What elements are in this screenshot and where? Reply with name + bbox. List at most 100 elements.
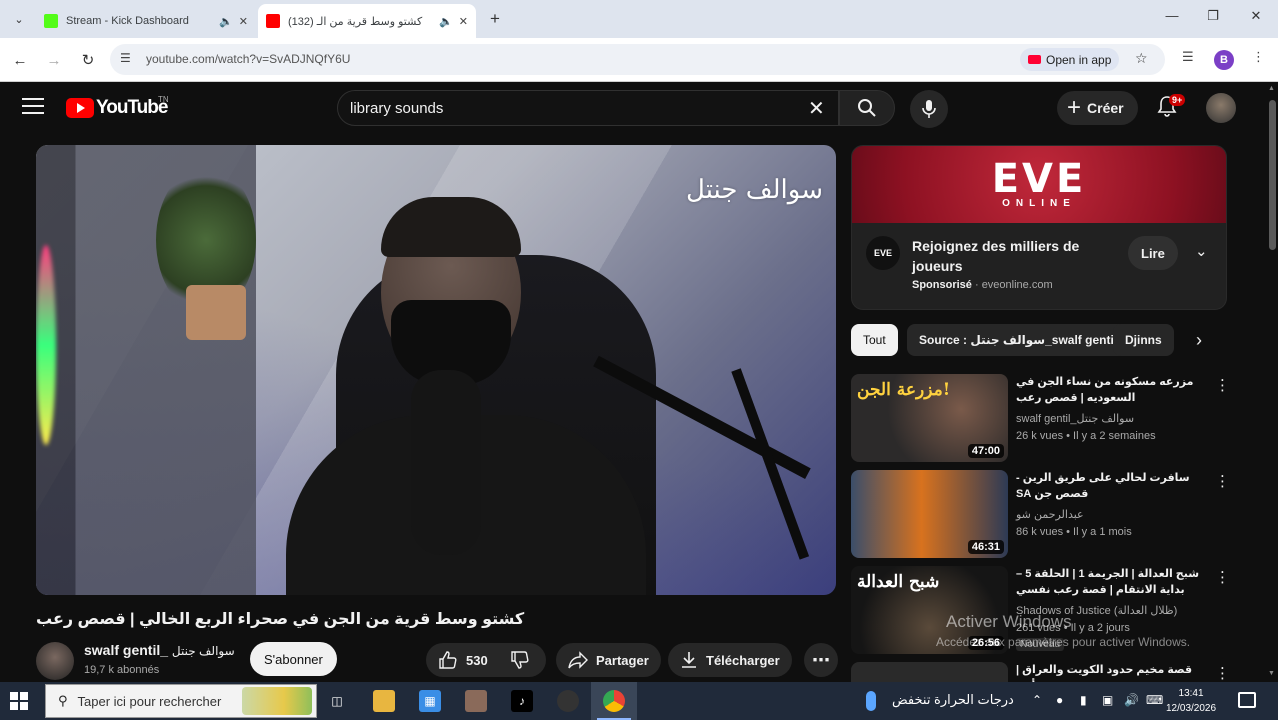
store-icon[interactable]: ▦ — [419, 690, 441, 712]
tray-chevron-icon[interactable]: ⌃ — [1032, 693, 1042, 707]
more-actions-button[interactable]: ⋯ — [804, 643, 838, 677]
plus-icon: + — [1067, 94, 1082, 121]
youtube-small-icon — [1028, 55, 1041, 64]
recommended-video[interactable]: 46:31 سافرت لحالي على طريق الرين - قصص ج… — [851, 470, 1230, 560]
video-thumbnail[interactable]: مزرعة الجن! 47:00 — [851, 374, 1008, 462]
maximize-button[interactable]: ❐ — [1201, 8, 1225, 24]
page-scrollbar[interactable]: ▲ ▼ — [1266, 82, 1278, 680]
recommended-title[interactable]: قصة مخيم حدود الكويت والعراق | قصة أثير — [1016, 662, 1206, 682]
advertiser-logo[interactable]: EVE — [866, 236, 900, 270]
video-options-icon[interactable]: ⋮ — [1215, 664, 1227, 682]
url-text[interactable]: youtube.com/watch?v=SvADJNQfY6U — [146, 52, 350, 66]
open-in-app-button[interactable]: Open in app — [1020, 48, 1120, 71]
recommended-title[interactable]: مزرعه مسكونه من نساء الجن في السعوديه | … — [1016, 374, 1206, 406]
recommended-video[interactable]: مزرعة الجن! 47:00 مزرعه مسكونه من نساء ا… — [851, 374, 1230, 464]
ad-expand-chevron-icon[interactable]: ⌄ — [1195, 242, 1208, 260]
video-thumbnail[interactable]: 46:31 — [851, 470, 1008, 558]
windows-activation-title: Activer Windows — [946, 612, 1072, 631]
share-button[interactable]: Partager — [556, 643, 661, 677]
search-query[interactable]: library sounds — [350, 100, 443, 117]
obs-icon[interactable] — [557, 690, 579, 712]
browser-menu-icon[interactable]: ⋮ — [1252, 49, 1265, 65]
windows-start-icon[interactable] — [10, 692, 28, 710]
video-options-icon[interactable]: ⋮ — [1215, 472, 1230, 490]
ad-brand-logo: EVE — [991, 156, 1087, 202]
tiktok-icon[interactable]: ♪ — [511, 690, 533, 712]
voice-search-button[interactable] — [910, 90, 948, 128]
sponsored-ad-card[interactable]: EVE ONLINE EVE Rejoignez des milliers de… — [851, 145, 1227, 310]
recommended-title[interactable]: شبح العدالة | الجريمة 1 | الحلقة 5 – بدا… — [1016, 566, 1206, 598]
extensions-icon[interactable]: ☰ — [1182, 49, 1194, 65]
chip-next-chevron-icon[interactable]: › — [1196, 330, 1202, 351]
subscribe-button[interactable]: S'abonner — [250, 642, 337, 676]
recommended-channel[interactable]: عبدالرحمن شو — [1016, 508, 1084, 521]
site-info-icon[interactable]: ☰ — [120, 51, 136, 67]
search-input[interactable]: library sounds ✕ — [337, 90, 839, 126]
scroll-down-icon[interactable]: ▼ — [1268, 670, 1275, 677]
forward-button[interactable]: → — [42, 48, 66, 72]
chrome-icon[interactable] — [603, 690, 625, 712]
ad-banner[interactable]: EVE ONLINE — [852, 146, 1226, 223]
chip-djinns[interactable]: Djinns — [1113, 324, 1174, 356]
taskbar-search-input[interactable]: ⚲ Taper ici pour rechercher — [45, 684, 317, 718]
video-options-icon[interactable]: ⋮ — [1215, 376, 1230, 394]
chip-all[interactable]: Tout — [851, 324, 898, 356]
chip-source[interactable]: Source : سوالف جنتل_swalf gentil — [907, 324, 1130, 356]
ad-title[interactable]: Rejoignez des milliers de joueurs — [912, 236, 1102, 276]
guide-menu-icon[interactable] — [22, 98, 44, 116]
speaker-icon[interactable]: 🔈 — [219, 15, 233, 28]
video-options-icon[interactable]: ⋮ — [1215, 568, 1230, 586]
like-dislike-group: 530 — [426, 643, 546, 677]
recommended-video[interactable]: قصة مخيم حدود الكويت والعراق | قصة أثير … — [851, 662, 1227, 682]
notifications-button[interactable]: 9+ — [1155, 94, 1186, 120]
search-button[interactable] — [839, 90, 895, 126]
photo-app-icon[interactable] — [465, 690, 487, 712]
download-button[interactable]: Télécharger — [668, 643, 792, 677]
weather-thermometer-icon — [866, 691, 876, 711]
close-tab-icon[interactable]: ✕ — [239, 15, 248, 28]
task-view-icon[interactable]: ◫ — [326, 690, 348, 712]
notification-center-icon[interactable] — [1238, 692, 1256, 708]
back-button[interactable]: ← — [8, 48, 32, 72]
ad-cta-button[interactable]: Lire — [1128, 236, 1178, 270]
scroll-up-icon[interactable]: ▲ — [1268, 85, 1275, 92]
clear-search-icon[interactable]: ✕ — [808, 96, 825, 121]
language-icon[interactable]: ⌨ — [1146, 693, 1163, 707]
create-button[interactable]: + Créer — [1057, 91, 1138, 125]
file-explorer-icon[interactable] — [373, 690, 395, 712]
user-avatar[interactable] — [1206, 93, 1236, 123]
scrollbar-thumb[interactable] — [1269, 100, 1276, 250]
profile-avatar[interactable]: B — [1214, 50, 1234, 70]
like-count[interactable]: 530 — [466, 653, 488, 668]
video-thumbnail[interactable] — [851, 662, 1008, 682]
channel-name[interactable]: swalf gentil_ سوالف جنتل — [84, 642, 235, 658]
weather-text[interactable]: درجات الحرارة تنخفض — [892, 692, 1014, 708]
battery-icon[interactable]: ▮ — [1080, 693, 1087, 707]
speaker-icon[interactable]: 🔈 — [439, 15, 453, 28]
network-icon[interactable]: ▣ — [1102, 693, 1113, 707]
address-bar[interactable]: ☰ youtube.com/watch?v=SvADJNQfY6U Open i… — [110, 44, 1165, 75]
like-button[interactable] — [438, 650, 458, 670]
tab-title: (132) كشتو وسط قرية من الـ — [288, 15, 423, 28]
tab-search-icon[interactable]: ⌄ — [8, 8, 30, 30]
dislike-button[interactable] — [510, 650, 530, 670]
recommended-meta: 86 k vues • Il y a 1 mois — [1016, 526, 1132, 538]
video-player[interactable]: سوالف جنتل — [36, 145, 836, 595]
reload-button[interactable]: ↻ — [76, 48, 100, 72]
close-window-button[interactable]: ✕ — [1244, 8, 1268, 24]
taskbar-clock[interactable]: 13:41 12/03/2026 — [1166, 686, 1216, 716]
taskbar-search-placeholder: Taper ici pour rechercher — [77, 693, 222, 709]
microphone-tray-icon[interactable]: ● — [1056, 693, 1063, 707]
recommended-channel[interactable]: swalf gentil_سوالف جنتل — [1016, 412, 1134, 425]
browser-tab-kick[interactable]: Stream - Kick Dashboard 🔈 ✕ — [36, 4, 256, 38]
recommended-title[interactable]: سافرت لحالي على طريق الرين - قصص جن SA — [1016, 470, 1206, 502]
volume-icon[interactable]: 🔊 — [1124, 693, 1139, 707]
channel-avatar[interactable] — [36, 642, 74, 680]
close-tab-icon[interactable]: ✕ — [459, 15, 468, 28]
bookmark-star-icon[interactable]: ☆ — [1135, 50, 1148, 67]
minimize-button[interactable]: — — [1160, 8, 1184, 23]
browser-tab-youtube[interactable]: (132) كشتو وسط قرية من الـ 🔈 ✕ — [258, 4, 476, 38]
youtube-logo[interactable]: YouTube TN — [66, 95, 169, 119]
youtube-favicon-icon — [266, 14, 280, 28]
new-tab-button[interactable]: + — [484, 8, 506, 30]
